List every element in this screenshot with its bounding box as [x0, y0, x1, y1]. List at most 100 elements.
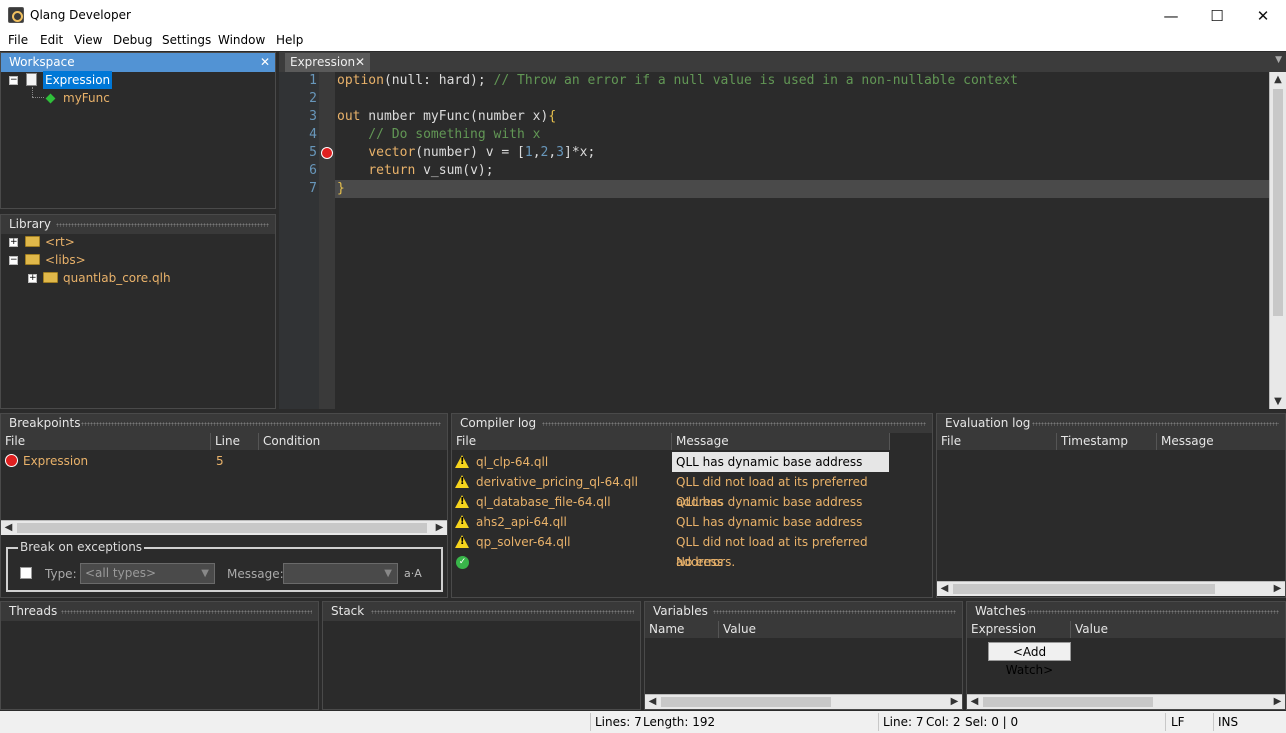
add-watch-button[interactable]: <Add Watch> [988, 642, 1071, 677]
scroll-thumb[interactable] [953, 584, 1215, 594]
scroll-left-icon[interactable]: ◀ [1, 521, 16, 535]
table-row[interactable]: ql_clp-64.qll QLL has dynamic base addres… [452, 452, 890, 472]
scroll-left-icon[interactable]: ◀ [937, 582, 952, 596]
scroll-thumb[interactable] [1273, 89, 1283, 316]
expand-icon[interactable]: + [9, 238, 18, 247]
menu-edit[interactable]: Edit [40, 33, 63, 47]
menu-help[interactable]: Help [276, 33, 303, 47]
match-case-icon[interactable]: a·A [404, 567, 422, 580]
panel-grip[interactable] [1027, 610, 1279, 614]
breakpoints-horizontal-scrollbar[interactable]: ◀ ▶ [1, 520, 447, 535]
workspace-panel: Workspace ✕ − Expression myFunc [0, 52, 276, 209]
line-number: 4 [309, 127, 317, 142]
column-header-file[interactable]: File [452, 433, 672, 450]
column-header-condition[interactable]: Condition [259, 433, 447, 450]
scroll-down-icon[interactable]: ▼ [1270, 394, 1286, 409]
column-header-line[interactable]: Line [211, 433, 259, 450]
table-row[interactable]: qp_solver-64.qllQLL did not load at its … [452, 532, 890, 569]
table-row[interactable]: derivative_pricing_ql-64.qllQLL did not … [452, 472, 890, 509]
code-line[interactable]: // Do something with x [337, 126, 540, 144]
panel-grip[interactable] [61, 610, 312, 614]
library-item-libs[interactable]: − <libs> [1, 251, 275, 269]
window-title: Qlang Developer [30, 8, 131, 22]
library-item-quantlab[interactable]: + quantlab_core.qlh [1, 269, 275, 287]
scroll-right-icon[interactable]: ▶ [432, 521, 447, 535]
column-header-file[interactable]: File [937, 433, 1057, 450]
panel-grip[interactable] [56, 223, 269, 227]
menu-view[interactable]: View [74, 33, 102, 47]
scroll-thumb[interactable] [661, 697, 831, 707]
code-line[interactable]: vector(number) v = [1,2,3]*x; [337, 144, 595, 162]
code-line[interactable]: } [337, 180, 345, 198]
scroll-right-icon[interactable]: ▶ [947, 695, 962, 709]
close-button[interactable]: ✕ [1240, 0, 1286, 31]
table-row[interactable]: ✓ No errors. [452, 552, 890, 572]
scroll-left-icon[interactable]: ◀ [645, 695, 660, 709]
menu-debug[interactable]: Debug [113, 33, 152, 47]
menu-window[interactable]: Window [218, 33, 265, 47]
evaluation-log-horizontal-scrollbar[interactable]: ◀ ▶ [937, 581, 1285, 596]
library-item-label: <libs> [45, 253, 86, 267]
exception-message-select[interactable]: ▼ [283, 563, 398, 584]
panel-grip[interactable] [713, 610, 956, 614]
status-col: Col: 2 [926, 715, 961, 729]
panel-grip[interactable] [371, 610, 634, 614]
scroll-right-icon[interactable]: ▶ [1270, 695, 1285, 709]
breakpoint-icon[interactable] [321, 147, 333, 159]
scroll-thumb[interactable] [17, 523, 427, 533]
line-number: 2 [309, 91, 317, 106]
scroll-thumb[interactable] [983, 697, 1153, 707]
code-editor[interactable]: 1 2 3 4 5 6 7 option(null: hard); // Thr… [279, 72, 1286, 409]
current-line-highlight [335, 180, 1269, 198]
column-header-file[interactable]: File [1, 433, 211, 450]
table-row[interactable]: ql_database_file-64.qll QLL has dynamic b… [452, 492, 890, 512]
tab-expression[interactable]: Expression ✕ [285, 53, 370, 72]
column-header-timestamp[interactable]: Timestamp [1057, 433, 1157, 450]
scroll-left-icon[interactable]: ◀ [967, 695, 982, 709]
tree-line [32, 87, 33, 97]
collapse-icon[interactable]: − [9, 256, 18, 265]
status-separator [878, 713, 879, 731]
log-message: QLL has dynamic base address [676, 495, 863, 509]
column-header-message[interactable]: Message [1157, 433, 1285, 450]
watches-title: Watches [975, 604, 1026, 618]
column-header-message[interactable]: Message [672, 433, 890, 450]
panel-grip[interactable] [542, 422, 926, 426]
expand-icon[interactable]: + [28, 274, 37, 283]
scroll-up-icon[interactable]: ▲ [1270, 72, 1286, 87]
scroll-right-icon[interactable]: ▶ [1270, 582, 1285, 596]
editor-vertical-scrollbar[interactable]: ▲ ▼ [1269, 72, 1286, 409]
break-on-exceptions-checkbox[interactable] [20, 567, 32, 579]
menu-settings[interactable]: Settings [162, 33, 211, 47]
tab-menu-chevron-icon[interactable]: ▼ [1275, 55, 1282, 65]
warning-icon [455, 475, 469, 488]
exception-type-select[interactable]: <all types> ▼ [80, 563, 215, 584]
workspace-item-expression[interactable]: − Expression [1, 71, 275, 89]
panel-grip[interactable] [81, 422, 441, 426]
column-header-value[interactable]: Value [719, 621, 962, 638]
code-line[interactable]: return v_sum(v); [337, 162, 493, 180]
table-row[interactable]: ahs2_api-64.qll QLL has dynamic base addr… [452, 512, 890, 532]
code-area[interactable]: option(null: hard); // Throw an error if… [335, 72, 1269, 409]
code-line[interactable]: option(null: hard); // Throw an error if… [337, 72, 1018, 90]
column-header-expression[interactable]: Expression [967, 621, 1071, 638]
panel-grip[interactable] [1032, 422, 1279, 426]
column-header-name[interactable]: Name [645, 621, 719, 638]
library-item-rt[interactable]: + <rt> [1, 233, 275, 251]
menu-file[interactable]: File [8, 33, 28, 47]
column-header-value[interactable]: Value [1071, 621, 1285, 638]
variables-horizontal-scrollbar[interactable]: ◀ ▶ [645, 694, 962, 709]
workspace-item-myfunc[interactable]: myFunc [1, 87, 275, 107]
minimize-button[interactable]: — [1148, 0, 1194, 31]
log-file: derivative_pricing_ql-64.qll [476, 475, 638, 489]
collapse-icon[interactable]: − [9, 76, 18, 85]
code-line[interactable]: out number myFunc(number x){ [337, 108, 556, 126]
status-separator [590, 713, 591, 731]
maximize-button[interactable]: ☐ [1194, 0, 1240, 31]
breakpoint-margin[interactable] [319, 72, 335, 409]
workspace-close-icon[interactable]: ✕ [260, 53, 270, 72]
table-row[interactable]: Expression 5 [1, 451, 447, 471]
watches-horizontal-scrollbar[interactable]: ◀ ▶ [967, 694, 1285, 709]
log-file: ql_clp-64.qll [476, 455, 549, 469]
tab-close-icon[interactable]: ✕ [355, 53, 365, 72]
